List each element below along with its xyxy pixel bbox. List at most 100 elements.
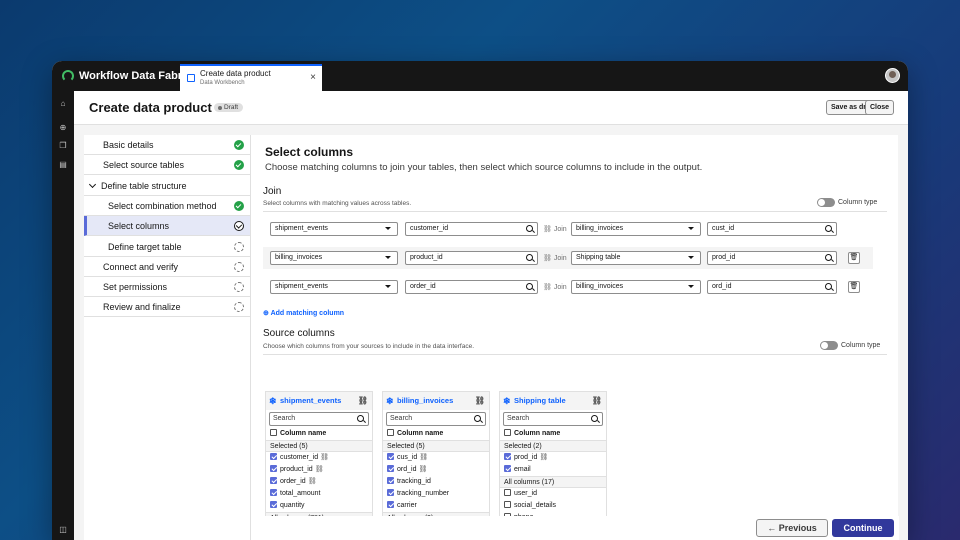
snowflake-icon: ❄ — [503, 396, 511, 406]
home-icon[interactable]: ⌂ — [58, 99, 68, 109]
left-column-field[interactable]: customer_id — [405, 222, 538, 236]
column-checkbox[interactable] — [387, 453, 394, 460]
right-column-field[interactable]: cust_id — [707, 222, 837, 236]
right-table-select[interactable]: billing_invoices — [571, 222, 701, 236]
card-header: ❄ billing_invoices ⛓ — [383, 392, 489, 410]
table-icon — [187, 74, 195, 82]
add-icon[interactable]: ⊕ — [58, 123, 68, 133]
right-column-value: prod_id — [712, 254, 736, 261]
column-item[interactable]: social_details — [500, 500, 606, 512]
pending-icon — [234, 241, 244, 252]
left-column-field[interactable]: product_id — [405, 251, 538, 265]
column-type-toggle[interactable] — [817, 198, 835, 207]
column-item[interactable]: tracking_number — [383, 488, 489, 500]
continue-button[interactable]: Continue — [832, 519, 894, 537]
select-all-checkbox[interactable] — [387, 429, 394, 436]
brand[interactable]: Workflow Data Fabric — [62, 61, 191, 91]
column-checkbox[interactable] — [387, 501, 394, 508]
tab-create-data-product[interactable]: Create data product Data Workbench × — [180, 64, 322, 91]
left-table-select[interactable]: shipment_events — [270, 280, 398, 294]
column-name: prod_id — [514, 454, 538, 461]
previous-button[interactable]: ← Previous — [756, 519, 828, 537]
link-icon[interactable]: ⛓ — [592, 392, 602, 410]
column-item[interactable]: email — [500, 464, 606, 476]
link-icon[interactable]: ⛓ — [358, 392, 368, 410]
column-item[interactable]: total_amount — [266, 488, 372, 500]
right-column-field[interactable]: ord_id — [707, 280, 837, 294]
step-item[interactable]: Set permissions — [84, 277, 250, 298]
source-columns-title: Source columns — [263, 328, 335, 339]
column-checkbox[interactable] — [270, 453, 277, 460]
chevron-down-icon — [88, 180, 97, 188]
select-all-checkbox[interactable] — [270, 429, 277, 436]
column-checkbox[interactable] — [504, 465, 511, 472]
search-icon — [825, 225, 832, 232]
step-label: Review and finalize — [103, 302, 181, 313]
right-column-field[interactable]: prod_id — [707, 251, 837, 265]
step-item[interactable]: Define table structure — [84, 176, 250, 196]
column-checkbox[interactable] — [387, 489, 394, 496]
column-item[interactable]: quantity — [266, 500, 372, 512]
add-matching-column-link[interactable]: ⊕ Add matching column — [263, 309, 344, 317]
trash-icon[interactable]: 🗑 — [848, 252, 860, 264]
column-checkbox[interactable] — [387, 477, 394, 484]
search-icon — [474, 415, 481, 422]
column-item[interactable]: customer_id ⛓ — [266, 452, 372, 464]
column-checkbox[interactable] — [270, 465, 277, 472]
search-icon — [526, 254, 533, 261]
join-text: Join — [553, 226, 567, 233]
column-item[interactable]: tracking_id — [383, 476, 489, 488]
column-checkbox[interactable] — [504, 453, 511, 460]
left-table-select[interactable]: shipment_events — [270, 222, 398, 236]
copy-icon[interactable]: ❐ — [58, 141, 68, 151]
step-item[interactable]: Select combination method — [84, 196, 250, 216]
checkmark-icon — [234, 200, 244, 211]
source-column-type-toggle[interactable] — [820, 341, 838, 350]
left-column-field[interactable]: order_id — [405, 280, 538, 294]
card-title: billing_invoices — [397, 396, 454, 405]
step-item[interactable]: Connect and verify — [84, 257, 250, 277]
join-label: ⛓ Join — [543, 255, 567, 262]
column-item[interactable]: carrier — [383, 500, 489, 512]
column-item[interactable]: product_id ⛓ — [266, 464, 372, 476]
column-checkbox[interactable] — [270, 489, 277, 496]
join-row: billing_invoices product_id ⛓ Join Shipping… — [263, 247, 873, 269]
step-item[interactable]: Select columns — [84, 216, 250, 237]
search-input[interactable]: Search — [503, 412, 603, 426]
close-icon[interactable]: × — [310, 72, 316, 83]
right-table-select[interactable]: Shipping table — [571, 251, 701, 265]
pending-icon — [234, 302, 244, 313]
column-checkbox[interactable] — [270, 501, 277, 508]
step-item[interactable]: Review and finalize — [84, 297, 250, 318]
step-item[interactable]: Select source tables — [84, 155, 250, 176]
status-badge: Draft — [214, 103, 244, 112]
step-item[interactable]: Define target table — [84, 237, 250, 257]
column-checkbox[interactable] — [270, 477, 277, 484]
link-icon: ⛓ — [307, 478, 317, 485]
search-placeholder: Search — [390, 415, 413, 422]
avatar[interactable] — [885, 68, 900, 83]
right-table-select[interactable]: billing_invoices — [571, 280, 701, 294]
step-item[interactable]: Basic details — [84, 135, 250, 155]
column-checkbox[interactable] — [504, 501, 511, 508]
progress-steps: Basic details Select source tables Define … — [84, 135, 250, 540]
close-button[interactable]: Close — [865, 100, 895, 115]
select-all-checkbox[interactable] — [504, 429, 511, 436]
main-panel: Select columns Choose matching columns t… — [250, 135, 899, 540]
column-checkbox[interactable] — [504, 489, 511, 496]
column-item[interactable]: ord_id ⛓ — [383, 464, 489, 476]
column-item[interactable]: cus_id ⛓ — [383, 452, 489, 464]
database-icon[interactable]: ▤ — [58, 160, 68, 170]
column-item[interactable]: user_id — [500, 488, 606, 500]
trash-icon[interactable]: 🗑 — [848, 281, 860, 293]
link-icon[interactable]: ⛓ — [475, 392, 485, 410]
panel-icon[interactable]: ◫ — [58, 525, 68, 535]
column-item[interactable]: order_id ⛓ — [266, 476, 372, 488]
search-input[interactable]: Search — [386, 412, 486, 426]
column-checkbox[interactable] — [387, 465, 394, 472]
join-text: Join — [553, 284, 567, 291]
search-input[interactable]: Search — [269, 412, 369, 426]
left-table-select[interactable]: billing_invoices — [270, 251, 398, 265]
column-item[interactable]: prod_id ⛓ — [500, 452, 606, 464]
snowflake-icon: ❄ — [386, 396, 394, 406]
